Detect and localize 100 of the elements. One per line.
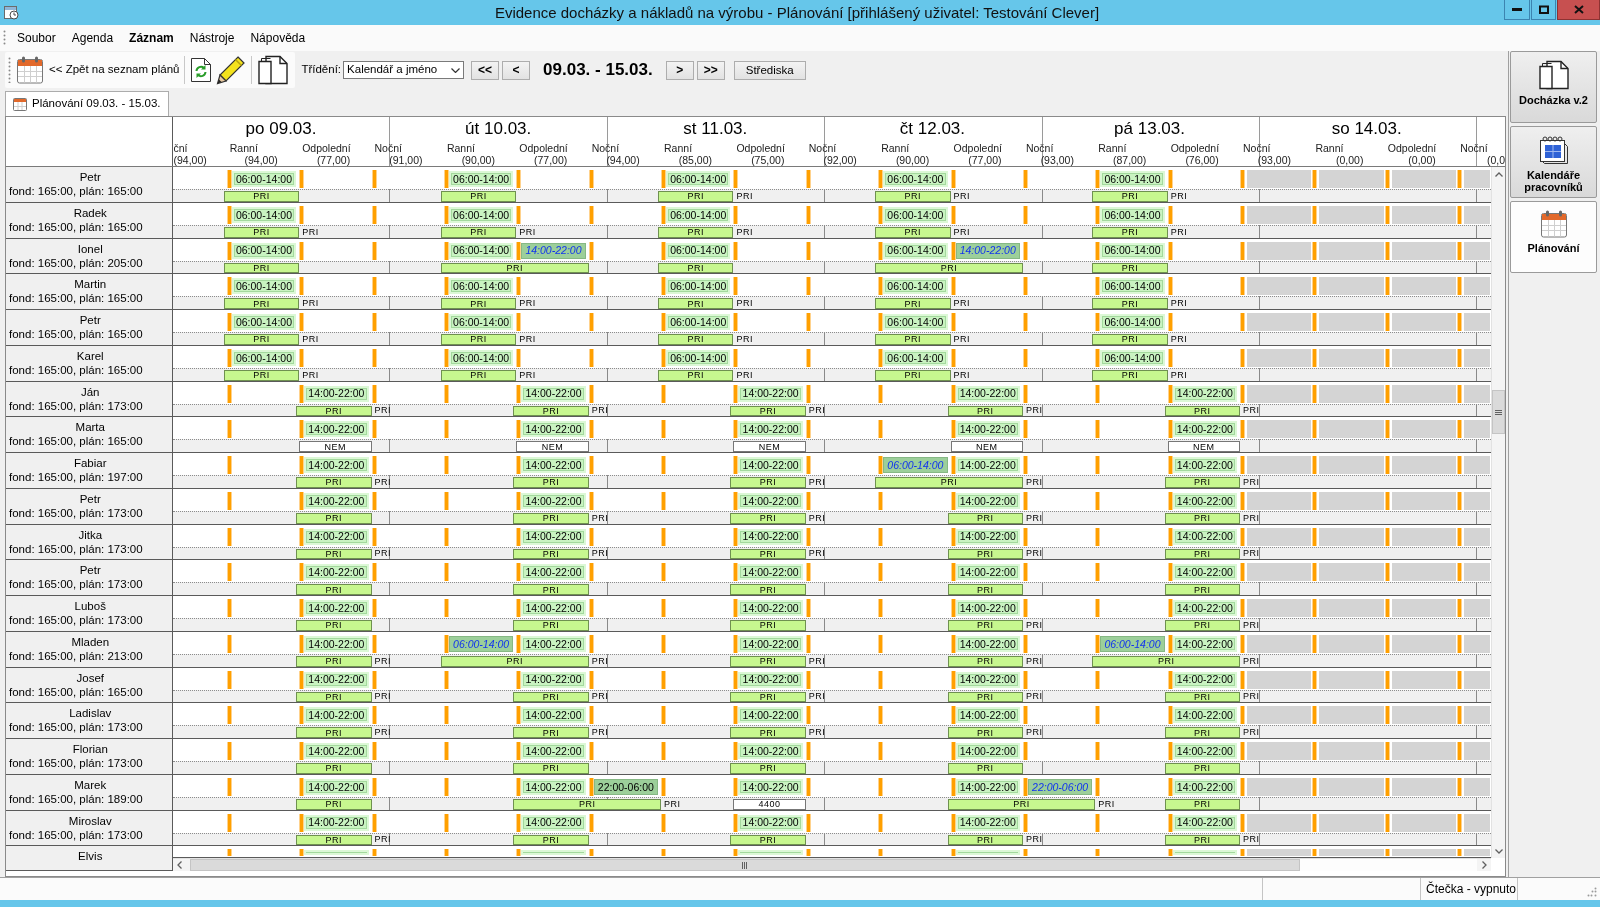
centers-button[interactable]: Střediska bbox=[733, 60, 806, 80]
shift-block[interactable]: 14:00-22:00 bbox=[304, 743, 369, 759]
shift-block[interactable]: 14:00-22:00 bbox=[738, 492, 803, 509]
shift-block[interactable]: 14:00-22:00 bbox=[955, 385, 1020, 402]
menu-item[interactable]: Záznam bbox=[121, 30, 182, 46]
shift-block[interactable]: 14:00-22:00 bbox=[955, 671, 1020, 688]
shift-block[interactable]: 06:00-14:00 bbox=[666, 314, 731, 330]
shift-block[interactable]: 06:00-14:00 bbox=[883, 457, 948, 473]
shift-block[interactable]: 14:00-22:00 bbox=[738, 385, 803, 402]
shift-block[interactable]: 14:00-22:00 bbox=[738, 707, 803, 724]
shift-block[interactable]: 06:00-14:00 bbox=[883, 242, 948, 259]
shift-block[interactable]: 14:00-22:00 bbox=[955, 457, 1020, 473]
shift-block[interactable]: 14:00-22:00 bbox=[304, 564, 369, 581]
tab[interactable]: Plánování 09.03. - 15.03. bbox=[5, 91, 169, 116]
shift-block[interactable]: 14:00-22:00 bbox=[1172, 635, 1238, 652]
menu-item[interactable]: Nápověda bbox=[242, 30, 314, 46]
shift-block[interactable]: 06:00-14:00 bbox=[448, 242, 514, 259]
shift-block[interactable]: 14:00-22:00 bbox=[521, 671, 586, 688]
shift-block[interactable]: 06:00-14:00 bbox=[231, 314, 297, 330]
shift-block[interactable]: 14:00-22:00 bbox=[1172, 421, 1238, 438]
employee-cell[interactable]: Mladen fond: 165:00, plán: 213:00 bbox=[6, 631, 172, 668]
shift-block[interactable]: 06:00-14:00 bbox=[1100, 242, 1165, 259]
scrollbar-thumb[interactable] bbox=[1492, 390, 1505, 434]
employee-cell[interactable]: Marek fond: 165:00, plán: 189:00 bbox=[6, 774, 172, 811]
shift-block[interactable]: 14:00-22:00 bbox=[1172, 743, 1238, 759]
next-button[interactable]: > bbox=[665, 60, 694, 80]
maximize-button[interactable] bbox=[1531, 0, 1556, 20]
shift-block[interactable]: 14:00-22:00 bbox=[738, 743, 803, 759]
employee-cell[interactable]: Petr fond: 165:00, plán: 173:00 bbox=[6, 560, 172, 596]
shift-block[interactable]: 06:00-14:00 bbox=[883, 349, 948, 366]
shift-block[interactable]: 14:00-22:00 bbox=[738, 457, 803, 473]
side-panel-button[interactable]: Kalendáře pracovníků bbox=[1510, 126, 1597, 198]
shift-block[interactable]: 14:00-22:00 bbox=[1172, 778, 1238, 795]
employee-cell[interactable]: Elvis bbox=[6, 846, 172, 871]
menu-item[interactable]: Agenda bbox=[63, 30, 122, 46]
shift-block[interactable]: 22:00-06:00 bbox=[1027, 778, 1093, 795]
employee-cell[interactable]: Petr fond: 165:00, plán: 173:00 bbox=[6, 488, 172, 525]
shift-block[interactable]: 14:00-22:00 bbox=[304, 385, 369, 402]
menu-item[interactable]: Nástroje bbox=[181, 30, 243, 46]
shift-block[interactable]: 06:00-14:00 bbox=[1100, 206, 1165, 223]
shift-block[interactable]: 14:00-22:00 bbox=[304, 814, 369, 831]
shift-block[interactable]: 06:00-14:00 bbox=[231, 206, 297, 223]
shift-block[interactable]: 14:00-22:00 bbox=[521, 743, 586, 759]
shift-block[interactable]: 14:00-22:00 bbox=[955, 564, 1020, 581]
minimize-button[interactable] bbox=[1504, 0, 1530, 20]
horizontal-scrollbar[interactable] bbox=[172, 858, 1491, 871]
shift-block[interactable]: 14:00-22:00 bbox=[521, 778, 586, 795]
shift-block[interactable]: 06:00-14:00 bbox=[666, 206, 731, 223]
employee-cell[interactable]: Florian fond: 165:00, plán: 173:00 bbox=[6, 739, 172, 775]
employee-cell[interactable]: Petr fond: 165:00, plán: 165:00 bbox=[6, 167, 172, 203]
shift-block[interactable]: 14:00-22:00 bbox=[304, 635, 369, 652]
shift-block[interactable]: 14:00-22:00 bbox=[955, 421, 1020, 438]
shift-block[interactable]: 06:00-14:00 bbox=[883, 278, 948, 295]
shift-block[interactable]: 14:00-22:00 bbox=[304, 778, 369, 795]
employee-cell[interactable]: Petr fond: 165:00, plán: 165:00 bbox=[6, 310, 172, 346]
shift-block[interactable]: 14:00-22:00 bbox=[521, 707, 586, 724]
shift-block[interactable]: 14:00-22:00 bbox=[304, 600, 369, 616]
shift-block[interactable]: 06:00-14:00 bbox=[666, 242, 731, 259]
shift-block[interactable]: 14:00-22:00 bbox=[738, 814, 803, 831]
employee-cell[interactable]: Martin fond: 165:00, plán: 165:00 bbox=[6, 274, 172, 310]
shift-block[interactable]: 14:00-22:00 bbox=[738, 564, 803, 581]
employee-cell[interactable]: Josef fond: 165:00, plán: 165:00 bbox=[6, 667, 172, 704]
shift-block[interactable]: 06:00-14:00 bbox=[448, 171, 514, 187]
shift-block[interactable]: 06:00-14:00 bbox=[666, 278, 731, 295]
shift-block[interactable]: 14:00-22:00 bbox=[738, 421, 803, 438]
shift-block[interactable]: 14:00-22:00 bbox=[1172, 492, 1238, 509]
shift-block[interactable]: 14:00-22:00 bbox=[304, 421, 369, 438]
employee-cell[interactable]: Radek fond: 165:00, plán: 165:00 bbox=[6, 202, 172, 239]
shift-block[interactable]: 06:00-14:00 bbox=[231, 171, 297, 187]
shift-block[interactable]: 14:00-22:00 bbox=[521, 421, 586, 438]
shift-block[interactable]: 14:00-22:00 bbox=[521, 242, 586, 259]
shift-block[interactable]: 06:00-14:00 bbox=[883, 206, 948, 223]
shift-block[interactable]: 14:00-22:00 bbox=[738, 778, 803, 795]
side-panel-button[interactable]: Docházka v.2 bbox=[1510, 51, 1597, 123]
shift-block[interactable]: 06:00-14:00 bbox=[231, 349, 297, 366]
shift-block[interactable]: 06:00-14:00 bbox=[1100, 349, 1165, 366]
shift-block[interactable]: 14:00-22:00 bbox=[738, 528, 803, 545]
shift-block[interactable]: 14:00-22:00 bbox=[955, 743, 1020, 759]
scrollbar-thumb[interactable] bbox=[189, 859, 1300, 871]
shift-block[interactable]: 06:00-14:00 bbox=[448, 278, 514, 295]
vertical-scrollbar[interactable] bbox=[1491, 167, 1505, 858]
shift-block[interactable]: 14:00-22:00 bbox=[955, 492, 1020, 509]
shift-block[interactable]: 06:00-14:00 bbox=[448, 206, 514, 223]
sort-dropdown[interactable]: Kalendář a jméno bbox=[343, 61, 465, 79]
shift-block[interactable]: 14:00-22:00 bbox=[1172, 457, 1238, 473]
shift-block[interactable]: 22:00-06:00 bbox=[593, 778, 659, 795]
shift-block[interactable]: 14:00-22:00 bbox=[955, 814, 1020, 831]
shift-block[interactable]: 14:00-22:00 bbox=[521, 600, 586, 616]
side-panel-button[interactable]: Plánování bbox=[1510, 201, 1597, 273]
shift-block[interactable]: 06:00-14:00 bbox=[1100, 278, 1165, 295]
shift-block[interactable]: 14:00-22:00 bbox=[738, 600, 803, 616]
shift-block[interactable]: 06:00-14:00 bbox=[448, 349, 514, 366]
employee-cell[interactable]: Karel fond: 165:00, plán: 165:00 bbox=[6, 345, 172, 382]
shift-block[interactable]: 06:00-14:00 bbox=[666, 349, 731, 366]
shift-block[interactable]: 14:00-22:00 bbox=[521, 492, 586, 509]
shift-block[interactable]: 14:00-22:00 bbox=[955, 635, 1020, 652]
shift-block[interactable]: 14:00-22:00 bbox=[521, 457, 586, 473]
shift-block[interactable]: 14:00-22:00 bbox=[1172, 385, 1238, 402]
shift-block[interactable]: 14:00-22:00 bbox=[304, 492, 369, 509]
last-button[interactable]: >> bbox=[696, 60, 725, 80]
